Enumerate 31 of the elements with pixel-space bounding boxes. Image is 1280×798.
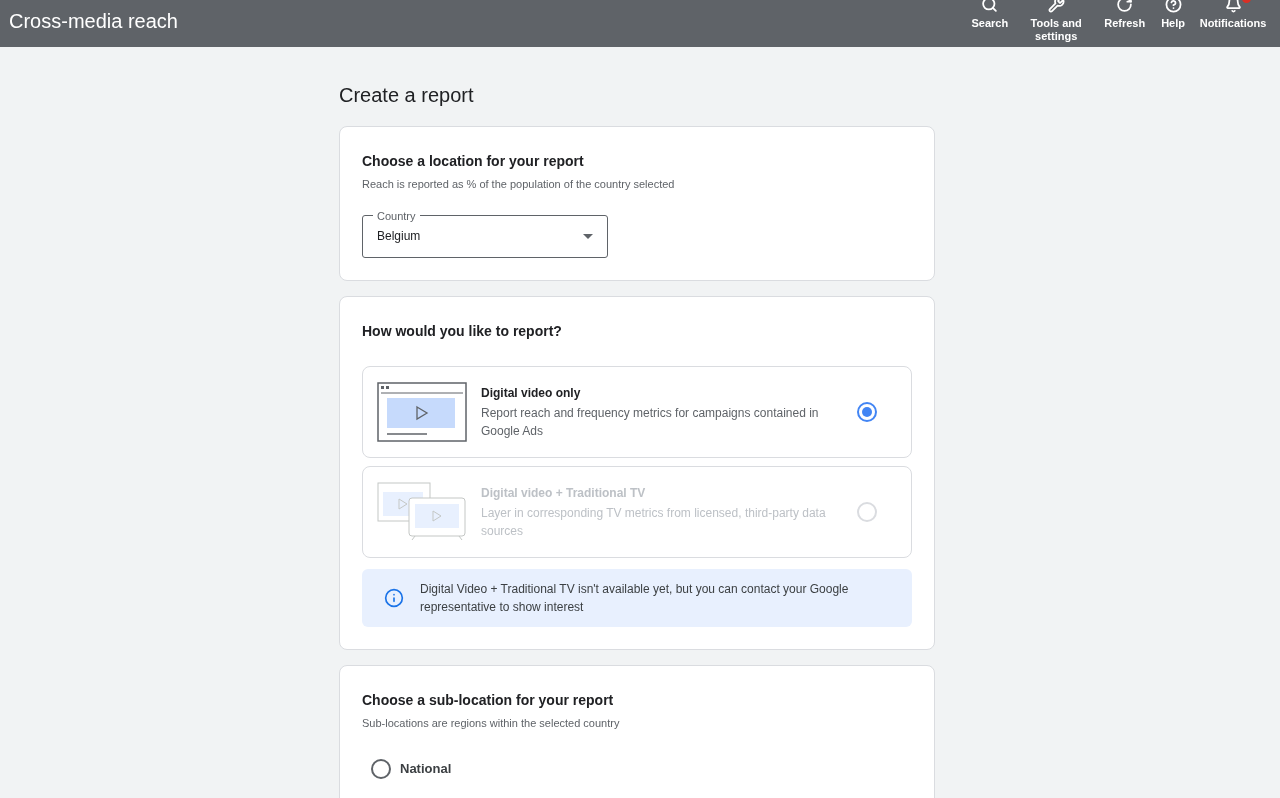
radio-button[interactable] [857,401,877,422]
option-title: Digital video only [481,384,581,402]
toolbar-button[interactable]: Search [965,0,1015,30]
info-text: Digital Video + Traditional TV isn't available yet, but you can contact your Google representative to show interest [420,580,850,616]
toolbar-button[interactable]: Notifications [1195,0,1271,30]
app-title: Cross-media reach [9,9,178,34]
card-title: Choose a location for your report [362,152,585,171]
option-title: Digital video + Traditional TV [481,484,646,502]
toolbar-button[interactable]: Refresh [1098,0,1152,30]
wrench-icon [1047,0,1065,13]
card-subtitle: Reach is reported as % of the population of the country selected [362,177,676,192]
video-window-icon [377,381,467,442]
option-description: Report reach and frequency metrics for campaigns contained in Google Ads [481,404,820,440]
refresh-icon [1116,0,1134,13]
option-description: Layer in corresponding TV metrics from licensed, third-party data sources [481,504,827,540]
dropdown-value: Belgium [377,228,421,245]
info-icon [384,587,404,608]
card-title: Choose a sub-location for your report [362,690,615,710]
card-title: How would you like to report? [362,321,563,341]
help-icon [1164,0,1182,13]
dropdown-caret-icon [583,233,593,239]
toolbar-button[interactable]: Help [1155,0,1191,30]
video-and-tv-icon [377,481,467,542]
card-subtitle: Sub-locations are regions within the selected country [362,715,621,731]
page-title: Create a report [339,83,474,108]
report-option[interactable]: Digital video only Report reach and frequency metrics for campaigns contained in Google Ads [362,365,912,458]
radio-label[interactable]: National [400,759,452,779]
radio-button[interactable] [371,759,391,779]
bell-icon [1224,0,1242,13]
search-icon [981,0,999,13]
toolbar-button[interactable]: Tools and settings [1018,0,1095,43]
